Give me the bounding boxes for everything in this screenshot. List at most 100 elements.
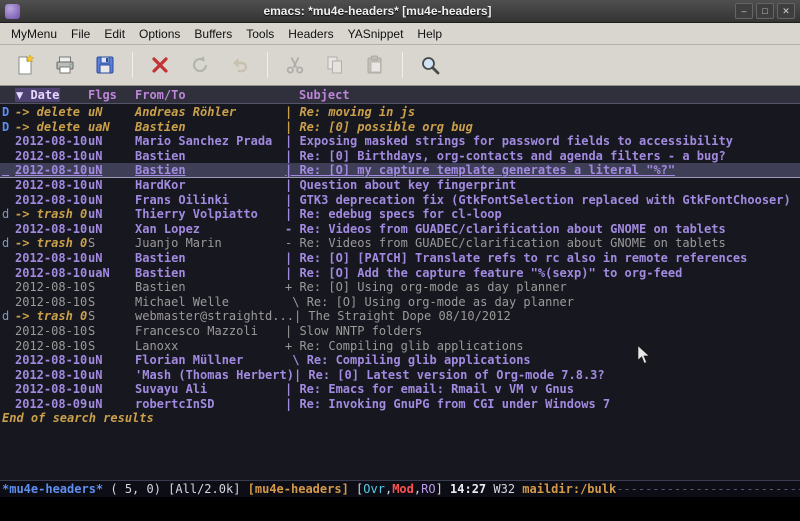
menu-item-buffers[interactable]: Buffers [187, 25, 239, 43]
message-date: -> trash 0 [15, 236, 88, 251]
toolbar-undo-button[interactable] [223, 49, 257, 81]
message-from: Michael Welle [135, 295, 285, 310]
modeline-segment-maildir: maildir:/bulk [522, 482, 616, 496]
message-date: -> trash 0 [15, 207, 88, 222]
message-subject: Re: Compiling glib applications [299, 339, 523, 354]
thread-indicator: | [285, 105, 299, 120]
mark-indicator: d [2, 236, 15, 251]
message-row[interactable]: d -> trash 0 S Juanjo Marin - Re: Videos… [0, 236, 800, 251]
message-row[interactable]: 2012-08-10 S Michael Welle \ Re: [O] Usi… [0, 295, 800, 310]
toolbar-new-file-button[interactable] [8, 49, 42, 81]
message-row[interactable]: 2012-08-10 uN Frans Oilinki | GTK3 depre… [0, 193, 800, 208]
message-subject: Re: [O] Add the capture feature "%(sexp)… [299, 266, 682, 281]
mark-indicator: D [2, 120, 15, 135]
message-flags: S [88, 324, 135, 339]
message-row[interactable]: 2012-08-10 uN HardKor | Question about k… [0, 178, 800, 193]
message-date: 2012-08-10 [15, 163, 88, 178]
message-row[interactable]: 2012-08-10 uN Bastien | Re: [O] [PATCH] … [0, 251, 800, 266]
column-subject[interactable]: Subject [285, 88, 350, 102]
message-row[interactable]: D -> delete uN Andreas Röhler | Re: movi… [0, 105, 800, 120]
message-row[interactable]: D -> delete uaN Bastien | Re: [0] possib… [0, 120, 800, 135]
message-subject: Re: Invoking GnuPG from CGI under Window… [299, 397, 610, 412]
thread-indicator: | [285, 163, 299, 178]
message-subject: Re: moving in js [299, 105, 415, 120]
mark-indicator [2, 339, 15, 354]
message-date: 2012-08-10 [15, 295, 88, 310]
message-date: 2012-08-10 [15, 193, 88, 208]
message-row[interactable]: 2012-08-10 uN Xan Lopez - Re: Videos fro… [0, 222, 800, 237]
headers-column-row: ▼ Date Flgs From/To Subject [0, 86, 800, 104]
message-row[interactable]: 2012-08-10 S Lanoxx + Re: Compiling glib… [0, 339, 800, 354]
toolbar-cut-button[interactable] [278, 49, 312, 81]
thread-indicator: | [285, 134, 299, 149]
message-from: Xan Lopez [135, 222, 285, 237]
toolbar-paste-button[interactable] [358, 49, 392, 81]
thread-indicator: | [294, 309, 308, 324]
message-flags: S [88, 236, 135, 251]
minimize-button[interactable]: – [735, 3, 753, 19]
message-row[interactable]: 2012-08-10 uN Mario Sanchez Prada | Expo… [0, 134, 800, 149]
column-flags[interactable]: Flgs [88, 88, 135, 102]
save-icon [94, 54, 116, 76]
minibuffer[interactable] [0, 497, 800, 521]
message-row[interactable]: 2012-08-09 uN robertcInSD | Re: Invoking… [0, 397, 800, 412]
menu-item-options[interactable]: Options [132, 25, 187, 43]
mark-indicator [2, 368, 15, 383]
headers-buffer[interactable]: D -> delete uN Andreas Röhler | Re: movi… [0, 104, 800, 480]
menu-item-help[interactable]: Help [410, 25, 449, 43]
message-date: 2012-08-09 [15, 397, 88, 412]
column-from[interactable]: From/To [135, 88, 285, 102]
message-from: 'Mash (Thomas Herbert) [135, 368, 294, 383]
toolbar-save-button[interactable] [88, 49, 122, 81]
message-subject: Slow NNTP folders [299, 324, 422, 339]
column-date[interactable]: ▼ Date [15, 88, 88, 102]
message-date: 2012-08-10 [15, 280, 88, 295]
menu-item-edit[interactable]: Edit [97, 25, 132, 43]
toolbar [0, 45, 800, 86]
message-row[interactable]: d -> trash 0 S webmaster@straightd... | … [0, 309, 800, 324]
toolbar-copy-button[interactable] [318, 49, 352, 81]
message-subject: Re: [O] Using org-mode as day planner [307, 295, 574, 310]
menu-item-mymenu[interactable]: MyMenu [4, 25, 64, 43]
message-row[interactable]: 2012-08-10 uN 'Mash (Thomas Herbert) | R… [0, 368, 800, 383]
paste-icon [364, 54, 386, 76]
toolbar-search-button[interactable] [413, 49, 447, 81]
mark-indicator [2, 222, 15, 237]
message-flags: S [88, 280, 135, 295]
message-from: Frans Oilinki [135, 193, 285, 208]
toolbar-separator [402, 52, 403, 78]
menu-item-file[interactable]: File [64, 25, 97, 43]
modeline-segment-mod: Mod [392, 482, 414, 496]
close-button[interactable]: ✕ [777, 3, 795, 19]
message-row[interactable]: 2012-08-10 S Bastien + Re: [O] Using org… [0, 280, 800, 295]
message-subject: GTK3 deprecation fix (GtkFontSelection r… [299, 193, 790, 208]
sort-indicator-date[interactable]: ▼ Date [15, 88, 60, 102]
message-subject: Exposing masked strings for password fie… [299, 134, 732, 149]
message-flags: uN [88, 222, 135, 237]
toolbar-close-buffer-button[interactable] [143, 49, 177, 81]
thread-indicator: | [285, 324, 299, 339]
message-row[interactable]: d -> trash 0 uN Thierry Volpiatto | Re: … [0, 207, 800, 222]
menu-item-headers[interactable]: Headers [281, 25, 340, 43]
message-row[interactable]: 2012-08-10 uaN Bastien | Re: [O] Add the… [0, 266, 800, 281]
message-subject: Re: [O] my capture template generates a … [299, 163, 675, 178]
message-row[interactable]: 2012-08-10 S Francesco Mazzoli | Slow NN… [0, 324, 800, 339]
modeline-segment-plain: W32 [486, 482, 522, 496]
message-from: robertcInSD [135, 397, 285, 412]
menu-item-tools[interactable]: Tools [239, 25, 281, 43]
message-row-current[interactable]: 2012-08-10 uN Bastien | Re: [O] my captu… [0, 163, 800, 178]
message-row[interactable]: 2012-08-10 uN Bastien | Re: [0] Birthday… [0, 149, 800, 164]
maximize-button[interactable]: □ [756, 3, 774, 19]
message-from: Bastien [135, 163, 285, 178]
window-title: emacs: *mu4e-headers* [mu4e-headers] [26, 4, 729, 18]
message-row[interactable]: 2012-08-10 uN Suvayu Ali | Re: Emacs for… [0, 382, 800, 397]
message-flags: uN [88, 193, 135, 208]
message-row[interactable]: 2012-08-10 uN Florian Müllner \ Re: Comp… [0, 353, 800, 368]
mark-indicator [2, 295, 15, 310]
message-subject: Re: Compiling glib applications [307, 353, 531, 368]
menu-item-yasnippet[interactable]: YASnippet [341, 25, 411, 43]
toolbar-refresh-button[interactable] [183, 49, 217, 81]
toolbar-print-button[interactable] [48, 49, 82, 81]
mark-indicator [2, 193, 15, 208]
thread-indicator: | [285, 193, 299, 208]
